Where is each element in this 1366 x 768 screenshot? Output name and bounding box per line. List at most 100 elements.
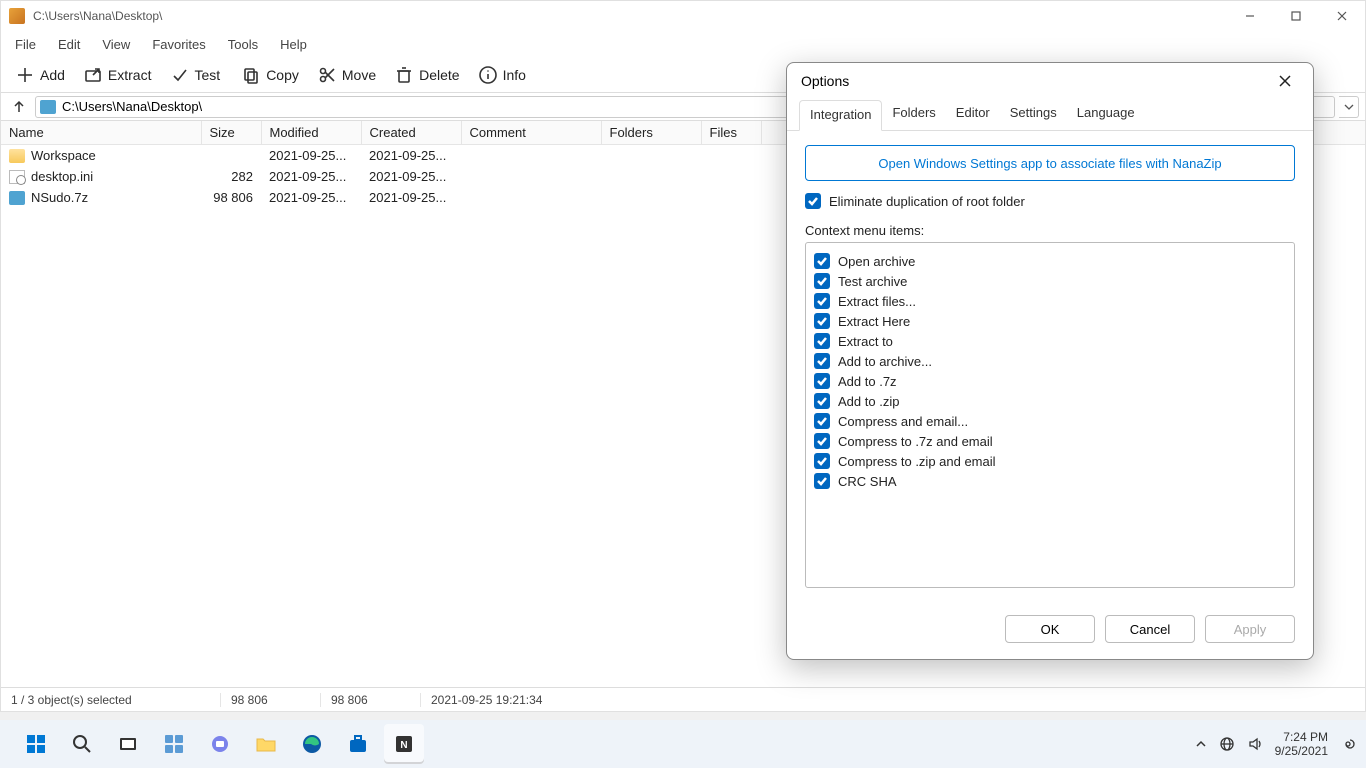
info-icon — [478, 65, 498, 85]
network-icon[interactable] — [1219, 736, 1235, 752]
test-button[interactable]: Test — [162, 61, 229, 89]
col-comment[interactable]: Comment — [461, 121, 601, 145]
time-text: 7:24 PM — [1275, 730, 1328, 744]
store-button[interactable] — [338, 724, 378, 764]
menu-help[interactable]: Help — [270, 35, 317, 54]
extract-button[interactable]: Extract — [75, 61, 160, 89]
context-item-checkbox[interactable] — [814, 253, 830, 269]
tab-settings[interactable]: Settings — [1000, 99, 1067, 130]
edge-button[interactable] — [292, 724, 332, 764]
widgets-icon — [163, 733, 185, 755]
delete-button[interactable]: Delete — [386, 61, 467, 89]
nanazip-button[interactable]: N — [384, 724, 424, 764]
apply-button[interactable]: Apply — [1205, 615, 1295, 643]
associate-files-button[interactable]: Open Windows Settings app to associate f… — [805, 145, 1295, 181]
context-item-checkbox[interactable] — [814, 273, 830, 289]
search-button[interactable] — [62, 724, 102, 764]
trash-icon — [394, 65, 414, 85]
scissors-icon — [317, 65, 337, 85]
clock[interactable]: 7:24 PM 9/25/2021 — [1275, 730, 1328, 759]
add-button[interactable]: Add — [7, 61, 73, 89]
windows-icon — [25, 733, 47, 755]
minimize-button[interactable] — [1227, 1, 1273, 31]
explorer-button[interactable] — [246, 724, 286, 764]
menu-tools[interactable]: Tools — [218, 35, 268, 54]
dialog-titlebar: Options — [787, 63, 1313, 99]
file-name: desktop.ini — [31, 169, 93, 184]
ok-button[interactable]: OK — [1005, 615, 1095, 643]
context-item-label: Compress to .zip and email — [838, 454, 996, 469]
col-size[interactable]: Size — [201, 121, 261, 145]
file-name: NSudo.7z — [31, 190, 88, 205]
context-item-checkbox[interactable] — [814, 433, 830, 449]
folder-icon — [255, 735, 277, 753]
tab-integration[interactable]: Integration — [799, 100, 882, 131]
context-item-checkbox[interactable] — [814, 353, 830, 369]
context-item-row: Add to .zip — [814, 393, 1286, 409]
path-text: C:\Users\Nana\Desktop\ — [62, 99, 202, 114]
menu-view[interactable]: View — [92, 35, 140, 54]
check-icon — [817, 256, 827, 266]
arrow-up-icon — [12, 100, 26, 114]
context-item-checkbox[interactable] — [814, 333, 830, 349]
separator — [230, 63, 231, 87]
file-name: Workspace — [31, 148, 96, 163]
col-created[interactable]: Created — [361, 121, 461, 145]
check-icon — [817, 296, 827, 306]
col-folders[interactable]: Folders — [601, 121, 701, 145]
move-label: Move — [342, 67, 376, 83]
context-item-label: Open archive — [838, 254, 915, 269]
context-item-checkbox[interactable] — [814, 473, 830, 489]
widgets-button[interactable] — [154, 724, 194, 764]
info-button[interactable]: Info — [470, 61, 534, 89]
tab-folders[interactable]: Folders — [882, 99, 945, 130]
volume-icon[interactable] — [1247, 736, 1263, 752]
taskbar: N 7:24 PM 9/25/2021 — [0, 720, 1366, 768]
menu-edit[interactable]: Edit — [48, 35, 90, 54]
col-files[interactable]: Files — [701, 121, 761, 145]
dialog-close-button[interactable] — [1271, 67, 1299, 95]
eliminate-checkbox[interactable] — [805, 193, 821, 209]
options-dialog: Options Integration Folders Editor Setti… — [786, 62, 1314, 660]
menubar: File Edit View Favorites Tools Help — [1, 31, 1365, 57]
col-modified[interactable]: Modified — [261, 121, 361, 145]
store-icon — [348, 734, 368, 754]
context-item-row: Extract files... — [814, 293, 1286, 309]
close-button[interactable] — [1319, 1, 1365, 31]
context-item-checkbox[interactable] — [814, 413, 830, 429]
cancel-button[interactable]: Cancel — [1105, 615, 1195, 643]
maximize-button[interactable] — [1273, 1, 1319, 31]
context-item-row: Compress to .7z and email — [814, 433, 1286, 449]
add-label: Add — [40, 67, 65, 83]
copy-icon — [241, 65, 261, 85]
context-menu-list[interactable]: Open archive Test archive Extract files...… — [805, 242, 1295, 588]
move-button[interactable]: Move — [309, 61, 384, 89]
context-item-checkbox[interactable] — [814, 393, 830, 409]
up-button[interactable] — [7, 95, 31, 119]
context-item-row: Compress to .zip and email — [814, 453, 1286, 469]
nanazip-icon: N — [394, 734, 414, 754]
check-icon — [817, 356, 827, 366]
system-tray: 7:24 PM 9/25/2021 — [1195, 730, 1356, 759]
start-button[interactable] — [16, 724, 56, 764]
tab-editor[interactable]: Editor — [946, 99, 1000, 130]
context-item-label: Test archive — [838, 274, 907, 289]
svg-text:N: N — [400, 740, 407, 751]
context-item-checkbox[interactable] — [814, 373, 830, 389]
col-name[interactable]: Name — [1, 121, 201, 145]
context-item-checkbox[interactable] — [814, 313, 830, 329]
copy-button[interactable]: Copy — [233, 61, 307, 89]
chat-icon — [210, 734, 230, 754]
menu-file[interactable]: File — [5, 35, 46, 54]
path-dropdown-button[interactable] — [1339, 96, 1359, 118]
context-item-checkbox[interactable] — [814, 293, 830, 309]
check-icon — [817, 456, 827, 466]
chat-button[interactable] — [200, 724, 240, 764]
notification-icon[interactable] — [1340, 736, 1356, 752]
menu-favorites[interactable]: Favorites — [142, 35, 215, 54]
context-item-checkbox[interactable] — [814, 453, 830, 469]
tab-language[interactable]: Language — [1067, 99, 1145, 130]
status-selection: 1 / 3 object(s) selected — [1, 693, 221, 707]
task-view-button[interactable] — [108, 724, 148, 764]
chevron-up-icon[interactable] — [1195, 738, 1207, 750]
